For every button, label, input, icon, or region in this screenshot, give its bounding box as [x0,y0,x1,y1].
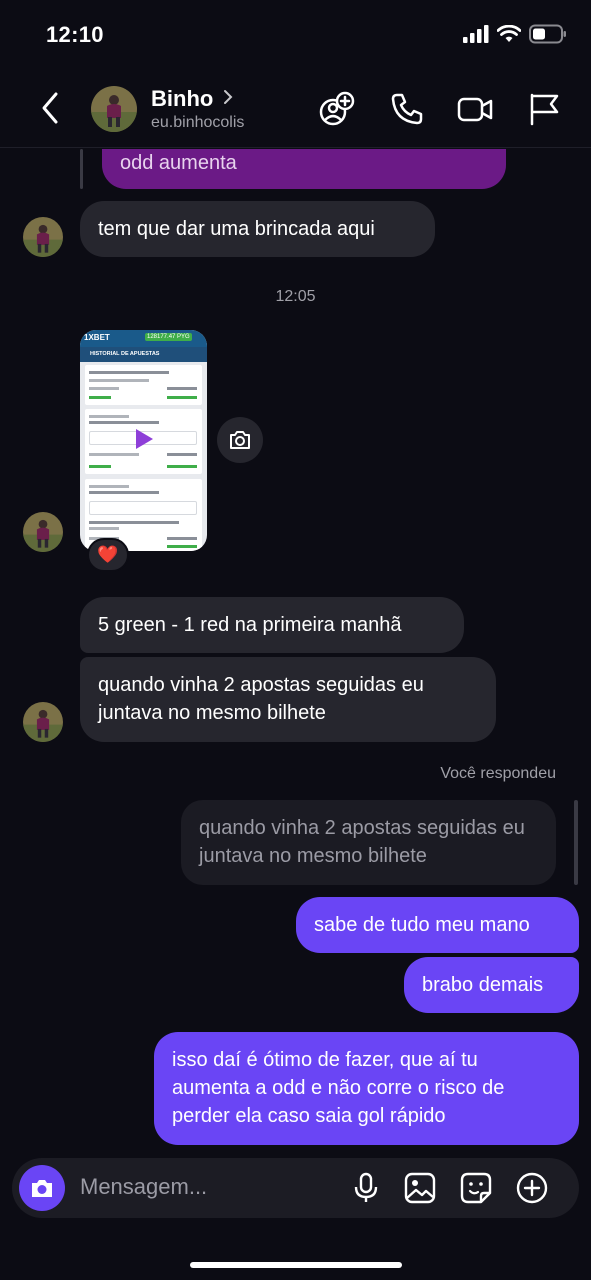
plus-icon[interactable] [515,1171,549,1205]
video-icon[interactable] [456,90,494,128]
save-media-button[interactable] [217,417,263,463]
message-list[interactable]: odd aumenta tem que dar uma brincada aqu… [0,149,591,1155]
signal-icon [463,25,489,43]
message-text: tem que dar uma brincada aqui [98,218,375,240]
image-message[interactable]: 1XBET 128177.47 PYG HISTORIAL DE APUESTA… [80,330,207,551]
message-input[interactable]: Mensagem... [80,1174,207,1200]
sticker-icon[interactable] [459,1171,493,1205]
screenshot-card [85,365,202,405]
avatar[interactable] [23,512,63,552]
reply-label: Você respondeu [440,765,556,782]
outgoing-message[interactable]: brabo demais [404,957,579,1013]
incoming-message[interactable]: 5 green - 1 red na primeira manhã [80,597,464,653]
avatar[interactable] [23,217,63,257]
message-text: juntava no mesmo bilhete [98,702,326,724]
incoming-message[interactable]: quando vinha 2 apostas seguidas eu junta… [80,657,496,742]
home-indicator[interactable] [190,1262,402,1268]
wifi-icon [497,25,521,42]
screenshot-brand: 1XBET [84,333,110,342]
chevron-left-icon[interactable] [36,90,66,126]
gallery-icon[interactable] [403,1171,437,1205]
chevron-right-icon[interactable] [222,89,234,105]
heart-icon: ❤️ [97,545,119,564]
quoted-message-text: odd aumenta [120,152,237,174]
message-text: brabo demais [422,974,544,996]
reaction-badge[interactable]: ❤️ [87,538,129,572]
message-timestamp: 12:05 [275,288,316,305]
contact-handle: eu.binhocolis [151,114,245,131]
phone-icon[interactable] [388,90,426,128]
battery-icon [529,24,566,44]
quoted-message[interactable]: odd aumenta [102,149,506,189]
reply-thread-line [80,149,83,189]
reply-quote-text: quando vinha 2 apostas seguidas eu [199,817,525,839]
contact-avatar[interactable] [91,86,137,132]
message-composer[interactable]: Mensagem... [12,1158,579,1218]
reply-quote-text: juntava no mesmo bilhete [199,845,427,867]
outgoing-message[interactable]: isso daí é ótimo de fazer, que aí tu aum… [154,1032,579,1145]
play-icon[interactable] [134,428,154,450]
flag-icon[interactable] [524,90,562,128]
add-people-icon[interactable] [318,90,356,128]
mic-icon[interactable] [349,1171,383,1205]
message-text: isso daí é ótimo de fazer, que aí tu [172,1049,478,1071]
camera-icon [230,431,250,449]
screenshot-balance: 128177.47 PYG [145,333,192,341]
status-icons [463,24,567,44]
message-text: aumenta a odd e não corre o risco de [172,1077,505,1099]
status-time: 12:10 [46,22,104,47]
chat-header: Binho eu.binhocolis [0,70,591,148]
camera-icon [32,1180,52,1197]
screenshot-topbar: 1XBET 128177.47 PYG [80,330,207,347]
screenshot-titlebar: HISTORIAL DE APUESTAS [80,347,207,362]
camera-button[interactable] [19,1165,65,1211]
contact-name[interactable]: Binho [151,86,213,112]
reply-quote[interactable]: quando vinha 2 apostas seguidas eu junta… [181,800,556,885]
incoming-message[interactable]: tem que dar uma brincada aqui [80,201,435,257]
screenshot-title: HISTORIAL DE APUESTAS [90,351,160,357]
message-text: quando vinha 2 apostas seguidas eu [98,674,424,696]
status-bar: 12:10 [0,0,591,70]
message-text: perder ela caso saia gol rápido [172,1105,446,1127]
avatar[interactable] [23,702,63,742]
message-text: sabe de tudo meu mano [314,914,530,936]
reply-thread-line [574,800,578,885]
outgoing-message[interactable]: sabe de tudo meu mano [296,897,579,953]
message-text: 5 green - 1 red na primeira manhã [98,614,402,636]
